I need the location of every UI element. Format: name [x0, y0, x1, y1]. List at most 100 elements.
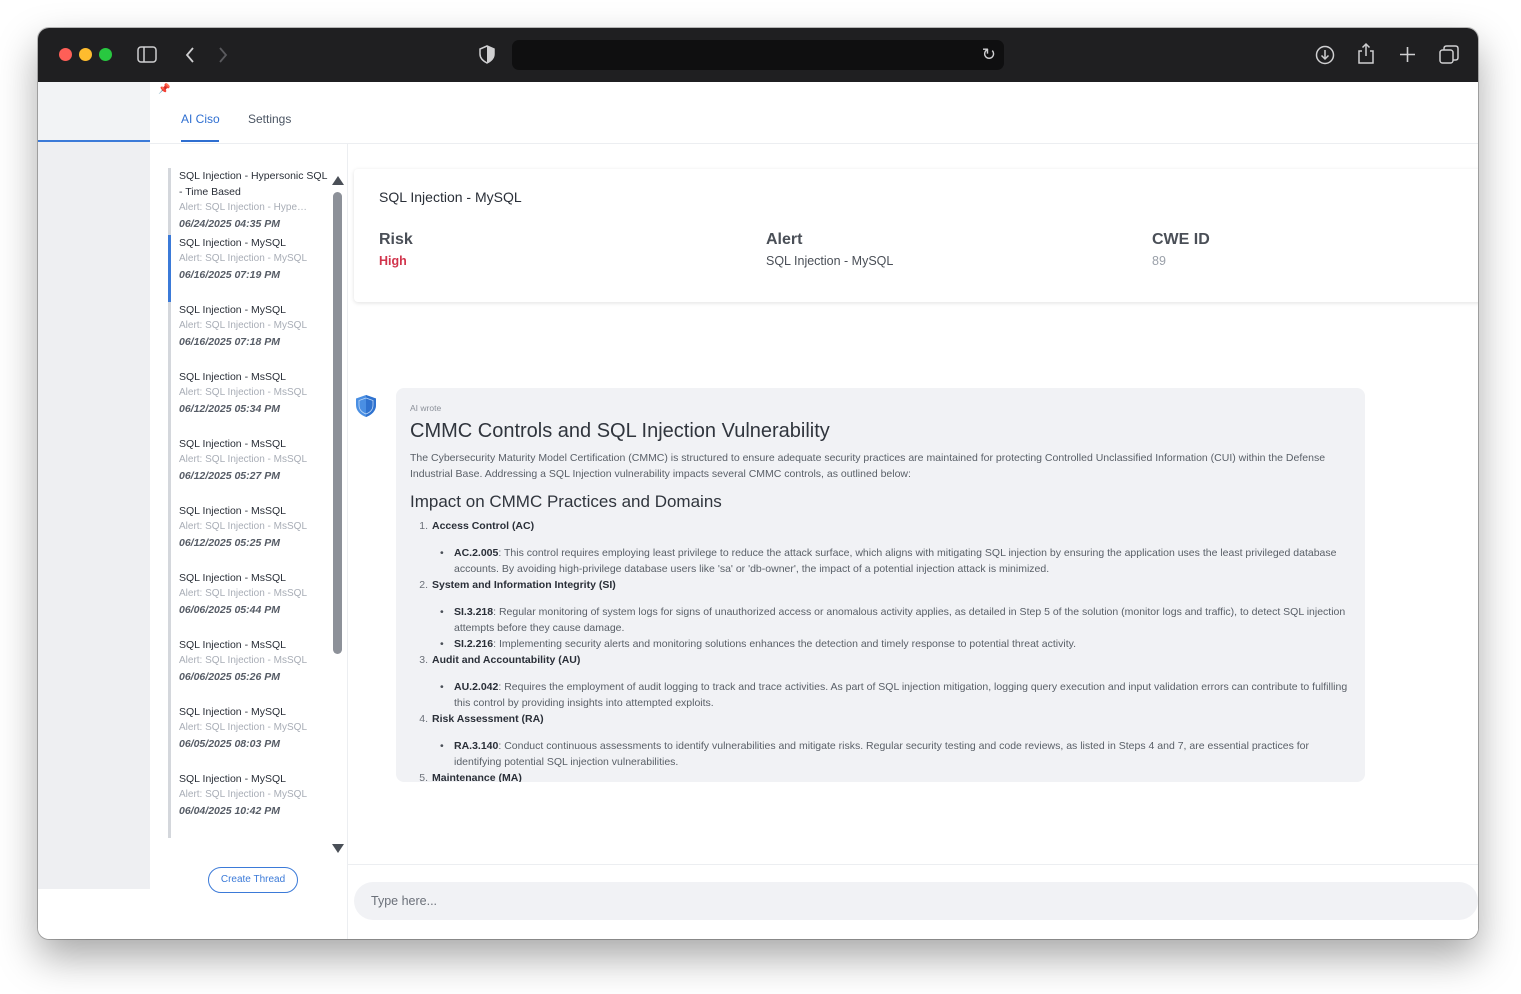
control-code: RA.3.140: [454, 740, 499, 752]
domain-name: System and Information Integrity (SI): [432, 579, 616, 591]
cmmc-domain-item: 3. Audit and Accountability (AU): [410, 652, 1351, 668]
domain-name: Maintenance (MA): [432, 772, 522, 782]
alert-card-title: SQL Injection - MySQL: [379, 189, 522, 205]
thread-list-scrollbar[interactable]: [330, 170, 344, 860]
cmmc-domain-item: 5. Maintenance (MA): [410, 770, 1351, 782]
cmmc-domain-item: 4. Risk Assessment (RA): [410, 711, 1351, 727]
control-description: : This control requires employing least …: [454, 547, 1337, 575]
thread-alert: Alert: SQL Injection - MsSQL: [179, 588, 308, 599]
control-item: • SI.2.216: Implementing security alerts …: [410, 636, 1351, 652]
tab-ai-ciso[interactable]: AI Ciso: [181, 112, 220, 126]
address-bar[interactable]: ↻: [512, 40, 1004, 70]
thread-alert: Alert: SQL Injection - MySQL: [179, 789, 308, 800]
thread-item[interactable]: SQL Injection - MySQL Alert: SQL Injectio…: [168, 235, 330, 302]
ai-shield-avatar-icon: [356, 395, 376, 417]
message-subheading: Impact on CMMC Practices and Domains: [410, 492, 722, 511]
alert-label: Alert: [766, 231, 803, 248]
thread-date: 06/16/2025 07:19 PM: [179, 269, 280, 281]
close-window-button[interactable]: [59, 48, 72, 61]
domain-name: Audit and Accountability (AU): [432, 654, 581, 666]
reload-icon[interactable]: ↻: [982, 45, 996, 65]
share-icon[interactable]: [1357, 42, 1375, 64]
create-thread-button[interactable]: Create Thread: [208, 867, 298, 893]
thread-date: 06/12/2025 05:27 PM: [179, 470, 280, 482]
domain-number: 1.: [419, 520, 428, 532]
thread-alert: Alert: SQL Injection - MySQL: [179, 320, 308, 331]
plus-icon[interactable]: [1399, 46, 1416, 63]
tab-overview-icon[interactable]: [1439, 45, 1459, 64]
thread-date: 06/04/2025 10:42 PM: [179, 805, 280, 817]
domain-name: Risk Assessment (RA): [432, 713, 544, 725]
thread-date: 06/06/2025 05:44 PM: [179, 604, 280, 616]
sidebar-toggle-icon[interactable]: [137, 46, 157, 63]
ai-ciso-panel: 📌 AI Ciso Settings SQL Injection - Hyper…: [150, 82, 1478, 939]
thread-item[interactable]: SQL Injection - MySQL Alert: SQL Injectio…: [168, 771, 330, 838]
thread-alert: Alert: SQL Injection - MsSQL: [179, 454, 308, 465]
screenshot-stage: ↻ 📌 AI Ciso Settings SQL Injection - Hyp…: [0, 0, 1521, 994]
control-code: AC.2.005: [454, 547, 499, 559]
download-icon[interactable]: [1315, 45, 1335, 65]
active-tab-underline: [181, 140, 219, 142]
minimize-window-button[interactable]: [79, 48, 92, 61]
control-code: AU.2.042: [454, 681, 499, 693]
zoom-window-button[interactable]: [99, 48, 112, 61]
thread-date: 06/16/2025 07:18 PM: [179, 336, 280, 348]
shield-icon[interactable]: [479, 45, 495, 64]
thread-title: SQL Injection - MsSQL: [179, 572, 286, 584]
thread-title: SQL Injection - MySQL: [179, 304, 286, 316]
control-code: SI.3.218: [454, 606, 494, 618]
domain-number: 4.: [419, 713, 428, 725]
domain-number: 5.: [419, 772, 428, 782]
thread-date: 06/05/2025 08:03 PM: [179, 738, 280, 750]
tab-settings[interactable]: Settings: [248, 112, 291, 126]
message-input[interactable]: [371, 891, 1371, 911]
thread-alert: Alert: SQL Injection - MsSQL: [179, 387, 308, 398]
thread-item[interactable]: SQL Injection - MsSQL Alert: SQL Injectio…: [168, 637, 330, 704]
scroll-up-arrow-icon[interactable]: [332, 176, 344, 185]
thread-title: SQL Injection - MsSQL: [179, 639, 286, 651]
ai-message-bubble: AI wrote CMMC Controls and SQL Injection…: [396, 388, 1365, 782]
thread-alert: Alert: SQL Injection - MsSQL: [179, 521, 308, 532]
thread-alert: Alert: SQL Injection - MySQL: [179, 253, 308, 264]
thread-date: 06/12/2025 05:25 PM: [179, 537, 280, 549]
message-composer[interactable]: [354, 882, 1478, 920]
control-item: • SI.3.218: Regular monitoring of system …: [410, 604, 1351, 636]
thread-item[interactable]: SQL Injection - MySQL Alert: SQL Injectio…: [168, 302, 330, 369]
browser-window: ↻ 📌 AI Ciso Settings SQL Injection - Hyp…: [38, 28, 1478, 939]
cwe-column: CWE ID 89: [1152, 231, 1210, 268]
thread-alert: Alert: SQL Injection - Hypersonic SQL - …: [179, 202, 309, 213]
alert-summary-card: SQL Injection - MySQL Risk High Alert SQ…: [354, 169, 1478, 302]
thread-title: SQL Injection - Hypersonic SQL - Time Ba…: [179, 170, 328, 198]
thread-item[interactable]: SQL Injection - MySQL Alert: SQL Injectio…: [168, 704, 330, 771]
control-item: • RA.3.140: Conduct continuous assessment…: [410, 738, 1351, 770]
thread-item[interactable]: SQL Injection - Hypersonic SQL - Time Ba…: [168, 168, 330, 235]
thread-list: SQL Injection - Hypersonic SQL - Time Ba…: [168, 168, 330, 858]
scrollbar-thumb[interactable]: [333, 192, 342, 654]
thread-date: 06/12/2025 05:34 PM: [179, 403, 280, 415]
thread-item[interactable]: SQL Injection - MsSQL Alert: SQL Injectio…: [168, 503, 330, 570]
thread-title: SQL Injection - MySQL: [179, 706, 286, 718]
thread-item[interactable]: SQL Injection - MsSQL Alert: SQL Injectio…: [168, 570, 330, 637]
thread-item[interactable]: SQL Injection - MsSQL Alert: SQL Injectio…: [168, 369, 330, 436]
chevron-left-icon[interactable]: [184, 46, 196, 64]
thread-title: SQL Injection - MySQL: [179, 237, 286, 249]
bullet-icon: •: [440, 638, 444, 650]
message-author: AI wrote: [410, 403, 442, 413]
control-description: : Implementing security alerts and monit…: [493, 638, 1076, 650]
pin-icon[interactable]: 📌: [158, 84, 170, 95]
thread-list-panel: SQL Injection - Hypersonic SQL - Time Ba…: [150, 144, 348, 939]
control-item: • AU.2.042: Requires the employment of au…: [410, 679, 1351, 711]
bullet-icon: •: [440, 547, 444, 559]
control-description: : Requires the employment of audit loggi…: [454, 681, 1348, 709]
tab-bar: 📌 AI Ciso Settings: [150, 82, 1478, 144]
chevron-right-icon[interactable]: [217, 46, 229, 64]
app-nav-active-indicator: [38, 140, 150, 142]
cwe-value: 89: [1152, 254, 1166, 268]
scroll-down-arrow-icon[interactable]: [332, 844, 344, 853]
page-content: 📌 AI Ciso Settings SQL Injection - Hyper…: [38, 82, 1478, 939]
thread-title: SQL Injection - MsSQL: [179, 371, 286, 383]
thread-title: SQL Injection - MsSQL: [179, 438, 286, 450]
thread-item[interactable]: SQL Injection - MsSQL Alert: SQL Injectio…: [168, 436, 330, 503]
risk-column: Risk High: [379, 231, 413, 268]
domain-number: 3.: [419, 654, 428, 666]
